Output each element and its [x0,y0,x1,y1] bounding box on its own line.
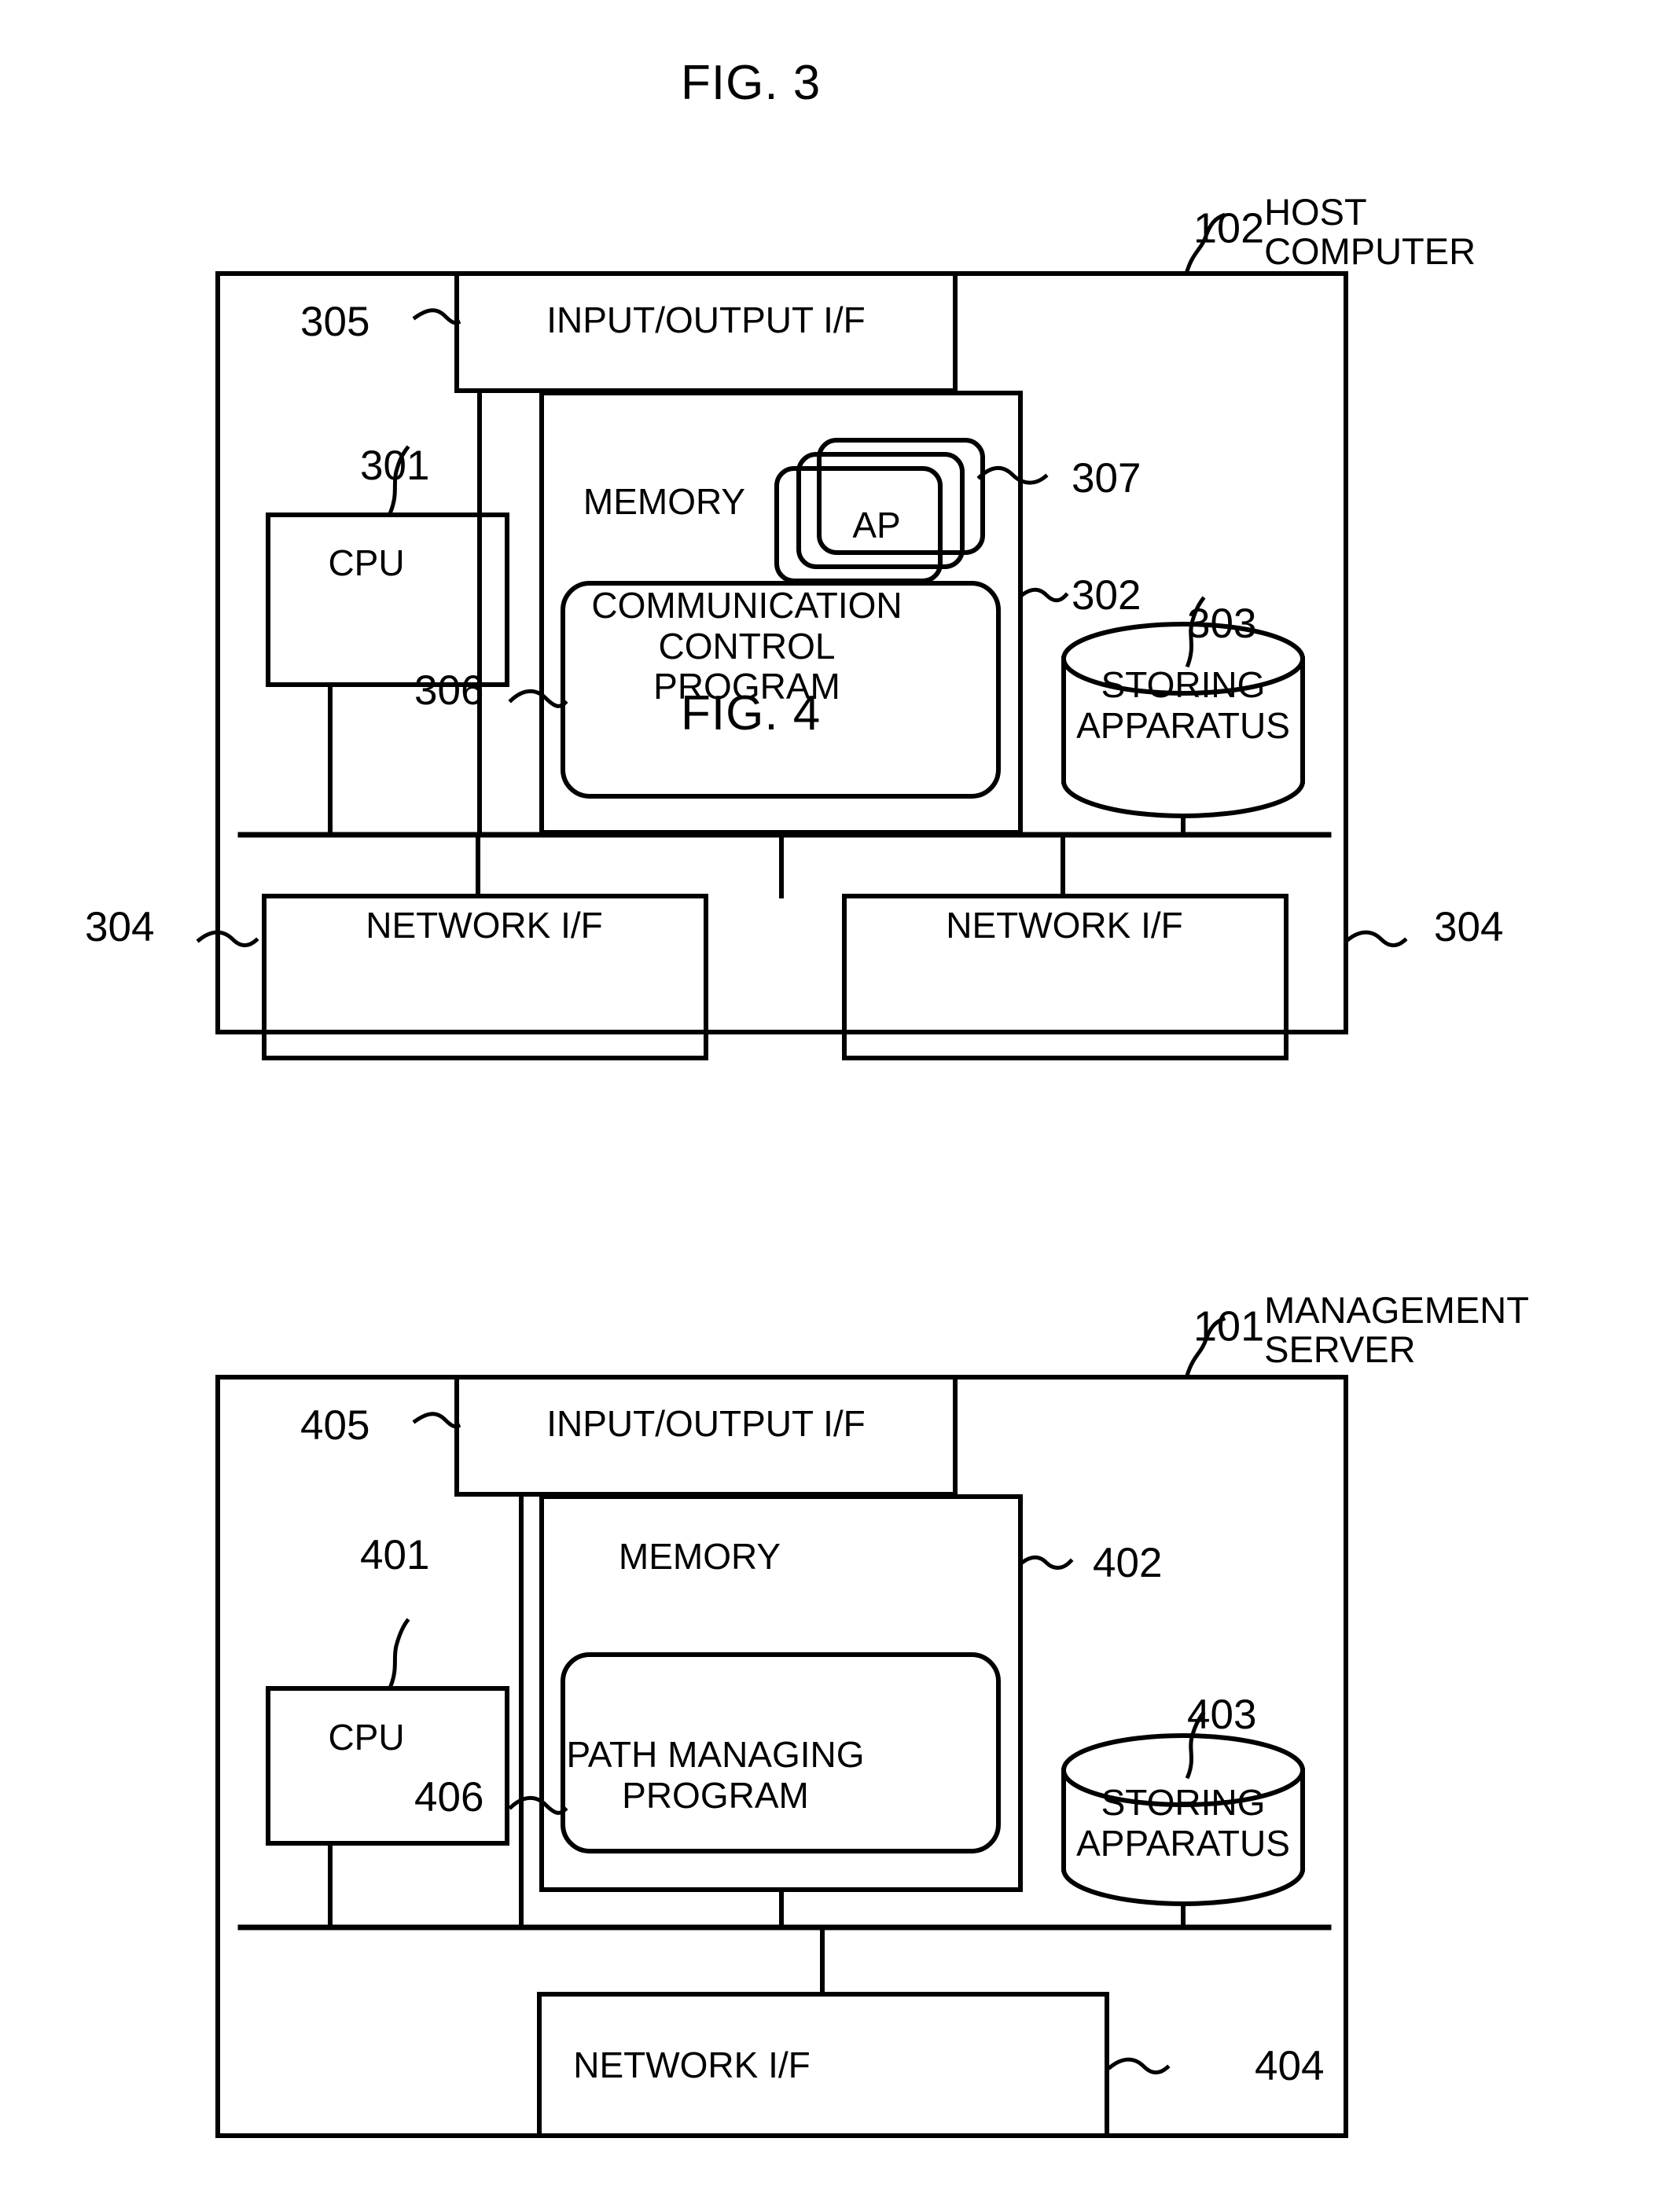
fig4-ref-404-leader [1107,2057,1171,2075]
fig4-device-callout: 101MANAGEMENT SERVER [1193,1291,1529,1369]
fig3-ref-305-leader [412,308,461,325]
fig3-device-name: HOST COMPUTER [1264,191,1476,272]
fig3-storage-label: STORING APPARATUS [1076,664,1290,746]
fig4-cpu-label: CPU [328,1717,405,1758]
fig3-ref-305: 305 [300,299,370,345]
fig3-ref-304-right: 304 [1434,904,1504,950]
fig3-network-if-right-label: NETWORK I/F [946,905,1183,946]
fig3-ref-304-right-leader [1344,930,1408,948]
fig3-device-callout: 102HOST COMPUTER [1193,193,1476,271]
fig4-ref-402-leader [1019,1555,1074,1570]
fig3-ref-301: 301 [360,443,430,489]
fig3-ap-label: AP [852,505,901,546]
fig3-ref-303: 303 [1187,601,1257,647]
fig4-storage-label: STORING APPARATUS [1076,1782,1290,1864]
fig4-program-label: PATH MANAGING PROGRAM [566,1734,865,1816]
fig4-io-if-label: INPUT/OUTPUT I/F [546,1403,866,1444]
fig4-device-name: MANAGEMENT SERVER [1264,1289,1529,1370]
fig4-ref-401-leader [388,1618,410,1689]
fig3-ref-304-left: 304 [85,904,155,950]
fig3-ref-307: 307 [1072,455,1141,501]
fig4-ref-406: 406 [414,1774,484,1820]
fig3-memory-label: MEMORY [583,481,746,522]
fig4-ref-405: 405 [300,1402,370,1449]
figure-3-title: FIG. 3 [681,56,822,110]
fig4-ref-404: 404 [1255,2043,1325,2089]
fig3-cpu-box [266,513,509,687]
fig3-ref-302-leader [1019,587,1069,603]
fig4-memory-label: MEMORY [618,1536,781,1577]
fig3-ref-307-leader [976,465,1049,485]
fig3-cpu-label: CPU [328,542,405,583]
fig3-io-if-label: INPUT/OUTPUT I/F [546,299,866,340]
fig3-device-ref: 102 [1193,204,1265,252]
fig4-ref-401: 401 [360,1532,430,1578]
fig3-ref-304-left-leader [196,930,259,948]
fig4-network-if-label: NETWORK I/F [573,2045,811,2085]
fig4-device-ref: 101 [1193,1302,1265,1350]
fig3-ref-306: 306 [414,667,484,714]
fig4-ref-405-leader [412,1412,461,1429]
fig3-ref-302: 302 [1072,572,1141,619]
fig3-network-if-left-label: NETWORK I/F [366,905,603,946]
figure-4-title: FIG. 4 [681,686,822,740]
fig4-ref-403: 403 [1187,1692,1257,1738]
fig4-ref-402: 402 [1093,1540,1163,1586]
